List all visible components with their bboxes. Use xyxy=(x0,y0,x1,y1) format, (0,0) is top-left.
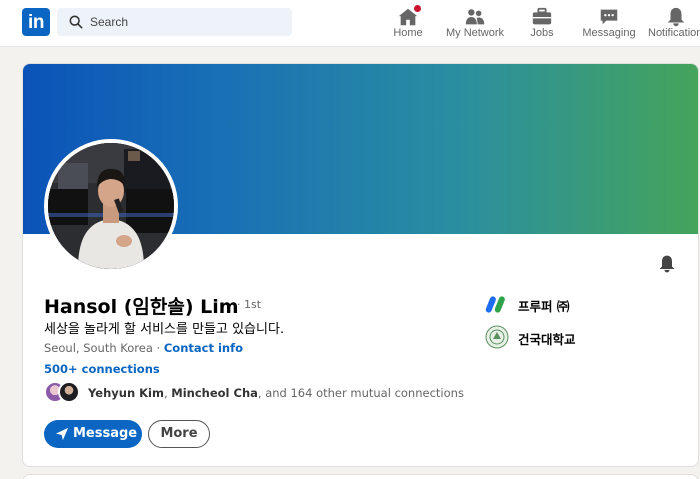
contact-info-link[interactable]: Contact info xyxy=(164,341,243,355)
connections-link[interactable]: 500+ connections xyxy=(44,362,160,376)
messaging-icon xyxy=(600,9,618,25)
send-icon xyxy=(55,427,69,441)
more-button[interactable]: More xyxy=(148,420,210,448)
jobs-icon xyxy=(532,7,552,25)
nav-notifications[interactable]: Notifications xyxy=(646,4,700,44)
nav-messaging[interactable]: Messaging xyxy=(580,4,638,44)
my-network-icon xyxy=(465,9,485,25)
follow-bell-icon[interactable] xyxy=(657,254,677,274)
top-navigation-bar: in Search Home My Network Jobs Messaging… xyxy=(0,0,700,47)
nav-my-network-label: My Network xyxy=(445,27,505,39)
mutual-name-2: Mincheol Cha xyxy=(171,386,258,400)
linkedin-logo-icon[interactable]: in xyxy=(22,8,50,36)
konkuk-university-logo-icon xyxy=(485,325,509,349)
message-button-label: Message xyxy=(73,426,138,441)
profile-headline: 세상을 놀라게 할 서비스를 만들고 있습니다. xyxy=(44,322,285,337)
nav-notifications-label: Notifications xyxy=(648,27,700,39)
nav-my-network[interactable]: My Network xyxy=(445,4,505,44)
nav-messaging-label: Messaging xyxy=(582,27,636,39)
company-name: 프루퍼 ㈜ xyxy=(518,299,570,314)
school-name: 건국대학교 xyxy=(518,332,576,347)
nav-home[interactable]: Home xyxy=(388,3,428,44)
mutual-rest: , and 164 other mutual connections xyxy=(257,386,464,400)
notification-badge xyxy=(412,3,423,14)
message-button[interactable]: Message xyxy=(44,420,142,448)
profile-photo-image xyxy=(48,143,174,269)
mutual-name-1: Yehyun Kim xyxy=(88,386,164,400)
nav-jobs-label: Jobs xyxy=(530,27,554,39)
search-placeholder: Search xyxy=(90,15,129,29)
search-input[interactable]: Search xyxy=(57,8,292,36)
profile-card: Hansol (임한솔) Lim · 1st 세상을 놀라게 할 서비스를 만들… xyxy=(22,63,699,467)
proofer-logo-icon xyxy=(485,296,505,313)
nav-jobs[interactable]: Jobs xyxy=(522,4,562,44)
nav-home-label: Home xyxy=(393,27,423,39)
profile-name: Hansol (임한솔) Lim xyxy=(44,296,239,318)
bell-icon xyxy=(667,7,685,27)
mutual-connections-text: Yehyun Kim, Mincheol Cha, and 164 other … xyxy=(88,386,464,400)
location-row: Seoul, South Korea · Contact info xyxy=(44,341,243,355)
profile-photo[interactable] xyxy=(44,139,178,273)
next-section-card xyxy=(22,474,699,479)
search-icon xyxy=(69,15,83,29)
connection-degree: · 1st xyxy=(237,298,262,311)
mutual-avatar xyxy=(58,381,80,403)
profile-location: Seoul, South Korea · xyxy=(44,341,161,355)
